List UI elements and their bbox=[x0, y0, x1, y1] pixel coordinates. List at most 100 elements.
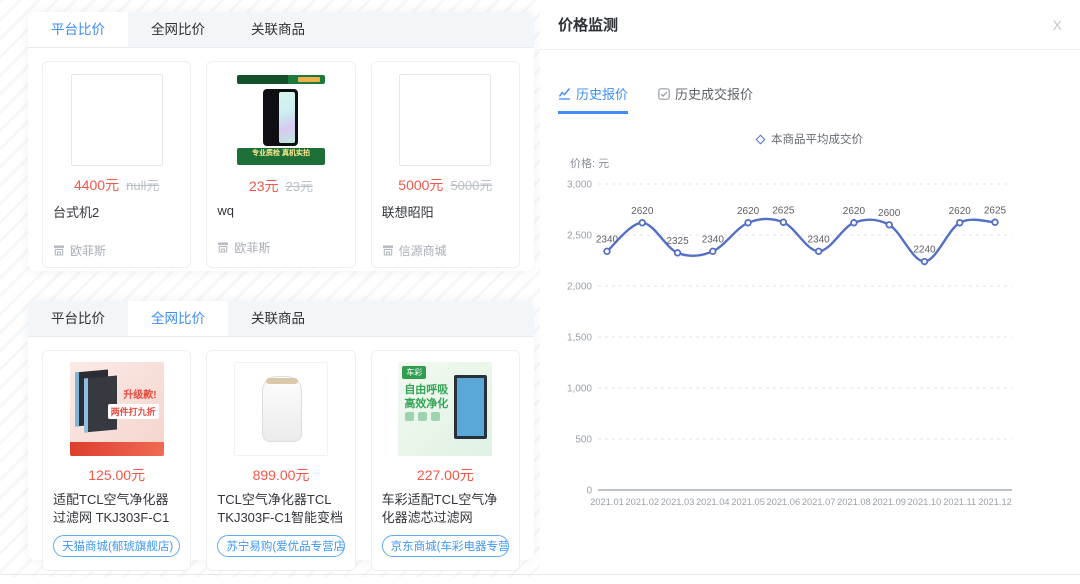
brand-chip: 车彩 bbox=[402, 366, 426, 379]
data-point-label: 2240 bbox=[913, 245, 936, 256]
trend-chart-icon bbox=[558, 87, 571, 100]
data-point-label: 2625 bbox=[772, 205, 795, 216]
page-bottom-divider bbox=[0, 574, 1080, 575]
data-point-label: 2620 bbox=[737, 206, 760, 217]
price-row: 899.00元 bbox=[217, 465, 344, 485]
promo-text: 高效净化 bbox=[404, 395, 448, 411]
data-point-label: 2620 bbox=[949, 206, 972, 217]
promo-text: 两件打九折 bbox=[108, 404, 159, 419]
store-badge: 天猫商城(郁琥旗舰店) bbox=[53, 535, 180, 557]
tab-platform-compare[interactable]: 平台比价 bbox=[28, 12, 128, 47]
promo-text: 升级款! bbox=[123, 386, 156, 401]
product-image-phone: 专业质检 真机实拍 bbox=[234, 73, 328, 167]
tab-platform-compare[interactable]: 平台比价 bbox=[28, 301, 128, 336]
product-image-placeholder bbox=[71, 74, 163, 166]
product-price: 899.00元 bbox=[253, 467, 310, 483]
data-point-marker bbox=[992, 219, 998, 225]
tab-network-compare[interactable]: 全网比价 bbox=[128, 301, 228, 336]
data-point-marker bbox=[957, 220, 963, 226]
shop-icon bbox=[53, 245, 65, 256]
product-image-placeholder bbox=[399, 74, 491, 166]
data-point-marker bbox=[816, 249, 822, 255]
data-point-label: 2325 bbox=[666, 236, 689, 247]
x-tick-label: 2021.12 bbox=[978, 497, 1012, 507]
compare-panel-platform-compare: 平台比价全网比价关联商品 4400元null元台式机2欧菲斯专业质检 真机实拍23… bbox=[28, 12, 534, 271]
data-point-marker bbox=[604, 249, 610, 255]
product-price: 5000元 bbox=[398, 177, 443, 193]
x-tick-label: 2021.07 bbox=[802, 497, 836, 507]
product-name: 适配TCL空气净化器过滤网 TKJ303F-C1 TKJ308F-A... bbox=[53, 491, 180, 527]
checkbox-icon bbox=[658, 88, 670, 100]
panel-title: 价格监测 bbox=[558, 14, 618, 35]
price-monitor-header: 价格监测 X bbox=[540, 0, 1080, 50]
tabbar: 平台比价全网比价关联商品 bbox=[28, 301, 534, 337]
product-card[interactable]: 5000元5000元联想昭阳信源商城 bbox=[371, 61, 520, 268]
product-card[interactable]: 专业质检 真机实拍23元23元wq欧菲斯 bbox=[206, 61, 355, 268]
y-tick-label: 2,500 bbox=[567, 231, 592, 242]
product-card[interactable]: 4400元null元台式机2欧菲斯 bbox=[42, 61, 191, 268]
tab-history-deal-quote[interactable]: 历史成交报价 bbox=[658, 84, 753, 114]
data-point-marker bbox=[886, 222, 892, 228]
store-row: 信源商城 bbox=[382, 242, 509, 259]
tab-related-products[interactable]: 关联商品 bbox=[228, 12, 328, 47]
data-point-marker bbox=[851, 220, 857, 226]
product-name: TCL空气净化器TCL TKJ303F-C1智能变档 自动净化... bbox=[217, 491, 344, 527]
y-axis-title: 价格: 元 bbox=[570, 156, 609, 170]
product-card[interactable]: 899.00元 TCL空气净化器TCL TKJ303F-C1智能变档 自动净化..… bbox=[206, 350, 355, 571]
product-card[interactable]: 升级款!两件打九折125.00元适配TCL空气净化器过滤网 TKJ303F-C1… bbox=[42, 350, 191, 571]
tab-related-products[interactable]: 关联商品 bbox=[228, 301, 328, 336]
x-tick-label: 2021.01 bbox=[590, 497, 624, 507]
purifier-body bbox=[262, 376, 302, 442]
purifier-top bbox=[266, 378, 298, 384]
price-row: 227.00元 bbox=[382, 465, 509, 485]
compare-panel-network-compare: 平台比价全网比价关联商品升级款!两件打九折125.00元适配TCL空气净化器过滤… bbox=[28, 301, 534, 560]
product-image-purifier bbox=[234, 362, 328, 456]
phone-screen bbox=[279, 92, 295, 143]
product-image-filter-green: 车彩自由呼吸高效净化 bbox=[398, 362, 492, 456]
data-point-label: 2340 bbox=[808, 234, 831, 245]
product-card[interactable]: 车彩自由呼吸高效净化227.00元车彩适配TCL空气净化器滤芯过滤网 TKJ30… bbox=[371, 350, 520, 571]
close-icon[interactable]: X bbox=[1053, 17, 1062, 33]
diamond-outline-icon bbox=[756, 134, 766, 144]
store-badge: 京东商城(车彩电器专营店) bbox=[382, 535, 509, 557]
store-row: 欧菲斯 bbox=[217, 239, 344, 256]
data-point-marker bbox=[710, 249, 716, 255]
price-monitor-panel: 价格监测 X 历史报价历史成交报价 本商品平均成交价 价格: 元05001,00… bbox=[540, 0, 1080, 577]
product-price: 4400元 bbox=[74, 177, 119, 193]
store-row: 欧菲斯 bbox=[53, 242, 180, 259]
data-point-label: 2340 bbox=[702, 234, 725, 245]
x-tick-label: 2021.08 bbox=[837, 497, 871, 507]
compare-panels-area: 平台比价全网比价关联商品4400元null元台式机2欧菲斯专业质检 真机实拍23… bbox=[0, 0, 540, 577]
x-tick-label: 2021.04 bbox=[696, 497, 730, 507]
product-name: 联想昭阳 bbox=[382, 202, 509, 221]
data-point-marker bbox=[675, 250, 681, 256]
y-tick-label: 1,500 bbox=[567, 333, 592, 344]
data-point-label: 2620 bbox=[631, 206, 654, 217]
price-history-chart-svg: 价格: 元05001,0001,5002,0002,5003,0002021.0… bbox=[540, 152, 1080, 520]
store-name: 信源商城 bbox=[399, 242, 447, 259]
x-tick-label: 2021.09 bbox=[872, 497, 906, 507]
x-tick-label: 2021.11 bbox=[943, 497, 976, 507]
promo-band bbox=[70, 442, 164, 456]
data-point-marker bbox=[922, 259, 928, 265]
y-tick-label: 2,000 bbox=[567, 282, 592, 293]
shop-icon bbox=[217, 242, 229, 253]
tab-label: 历史报价 bbox=[576, 84, 628, 103]
y-tick-label: 500 bbox=[575, 435, 592, 446]
promo-banner-top bbox=[237, 75, 325, 84]
data-point-marker bbox=[781, 219, 787, 225]
promo-dots bbox=[405, 412, 414, 421]
tab-label: 历史成交报价 bbox=[675, 84, 753, 103]
store-badge: 苏宁易购(爱优品专营店) bbox=[217, 535, 344, 557]
store-name: 欧菲斯 bbox=[70, 242, 106, 259]
data-point-label: 2340 bbox=[596, 234, 619, 245]
tab-history-quote[interactable]: 历史报价 bbox=[558, 84, 628, 114]
x-tick-label: 2021.02 bbox=[625, 497, 659, 507]
price-row: 5000元5000元 bbox=[382, 175, 509, 195]
tabbar: 平台比价全网比价关联商品 bbox=[28, 12, 534, 48]
product-price: 227.00元 bbox=[417, 467, 474, 483]
chart-legend[interactable]: 本商品平均成交价 bbox=[540, 131, 1080, 147]
price-row: 4400元null元 bbox=[53, 175, 180, 195]
tab-network-compare[interactable]: 全网比价 bbox=[128, 12, 228, 47]
cards-row: 4400元null元台式机2欧菲斯专业质检 真机实拍23元23元wq欧菲斯500… bbox=[28, 48, 534, 281]
